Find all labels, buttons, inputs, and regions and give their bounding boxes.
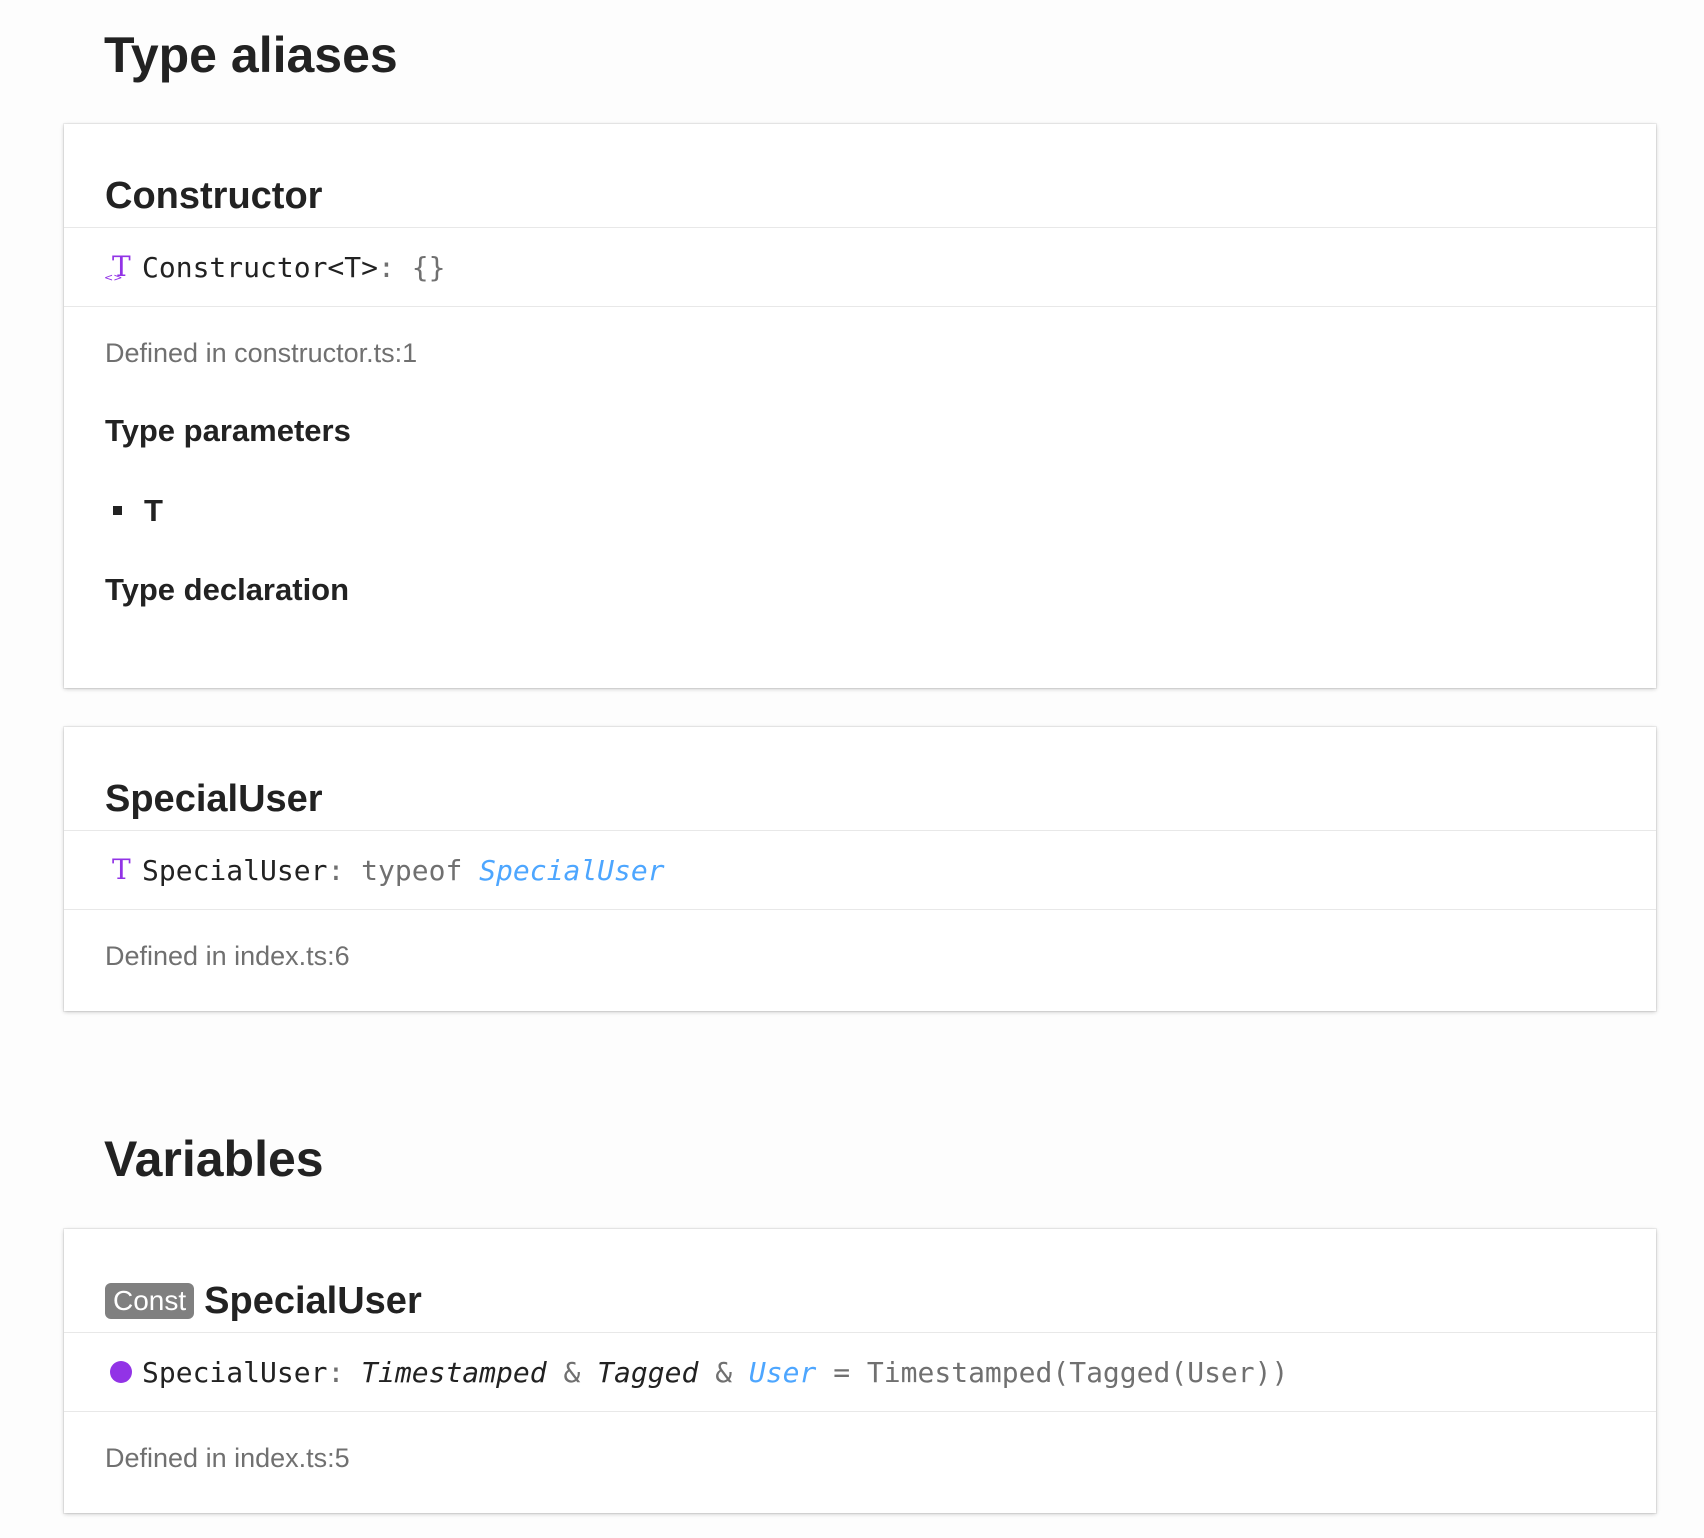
signature-amp: & <box>563 1355 581 1389</box>
type-parameter-item: T <box>105 495 163 526</box>
signature-value: {} <box>411 250 446 284</box>
special-user-title-text: SpecialUser <box>105 778 323 820</box>
section-heading-type-aliases: Type aliases <box>104 27 398 83</box>
section-heading-variables: Variables <box>104 1131 324 1187</box>
card-title-special-user-const: Const SpecialUser <box>64 1229 1656 1332</box>
card-constructor: Constructor T <> Constructor<T>: {} Defi… <box>64 124 1656 688</box>
signature-special-user-const: SpecialUser: Timestamped & Tagged & User… <box>64 1332 1656 1412</box>
signature-constructor: T <> Constructor<T>: {} <box>64 227 1656 307</box>
type-declaration-heading: Type declaration <box>105 572 350 607</box>
signature-colon: : <box>327 853 345 887</box>
const-badge: Const <box>105 1283 195 1319</box>
svg-text:T: T <box>112 853 131 886</box>
signature-colon: : <box>327 1355 345 1389</box>
signature-name: SpecialUser <box>142 853 328 887</box>
defined-in-link[interactable]: Defined in constructor.ts:1 <box>105 338 417 368</box>
type-parameter-name: T <box>144 493 163 528</box>
signature-colon: : <box>378 250 395 284</box>
type-alias-generic-icon: T <> <box>104 250 142 284</box>
type-parameters-heading: Type parameters <box>105 413 351 448</box>
bullet-icon <box>113 506 122 515</box>
special-user-const-title-row: Const SpecialUser <box>105 1282 422 1320</box>
signature-name: Constructor<T> <box>142 250 379 284</box>
svg-text:<>: <> <box>104 271 122 284</box>
signature-amp: & <box>715 1355 733 1389</box>
defined-in-link[interactable]: Defined in index.ts:6 <box>105 941 350 971</box>
signature-type-tagged: Tagged <box>597 1355 699 1389</box>
signature-type-user-link[interactable]: User <box>749 1356 816 1389</box>
card-title-constructor: Constructor <box>64 124 1656 227</box>
signature-special-user-type: T SpecialUser: typeof SpecialUser <box>64 830 1656 910</box>
defined-in-link[interactable]: Defined in index.ts:5 <box>105 1443 350 1473</box>
card-special-user-type: SpecialUser T SpecialUser: typeof Specia… <box>64 727 1656 1011</box>
signature-keyword: typeof <box>361 853 463 887</box>
special-user-const-title-text: SpecialUser <box>204 1280 422 1322</box>
signature-type-link[interactable]: SpecialUser <box>479 854 664 887</box>
card-title-special-user: SpecialUser <box>64 727 1656 830</box>
variable-dot-icon <box>110 1361 132 1383</box>
signature-equals: = <box>833 1355 851 1389</box>
constructor-title-text: Constructor <box>105 175 323 217</box>
type-alias-icon: T <box>104 853 142 887</box>
signature-name: SpecialUser <box>142 1355 328 1389</box>
signature-value: Timestamped(Tagged(User)) <box>866 1355 1289 1389</box>
signature-type-timestamped: Timestamped <box>361 1355 547 1389</box>
card-special-user-const: Const SpecialUser SpecialUser: Timestamp… <box>64 1229 1656 1513</box>
